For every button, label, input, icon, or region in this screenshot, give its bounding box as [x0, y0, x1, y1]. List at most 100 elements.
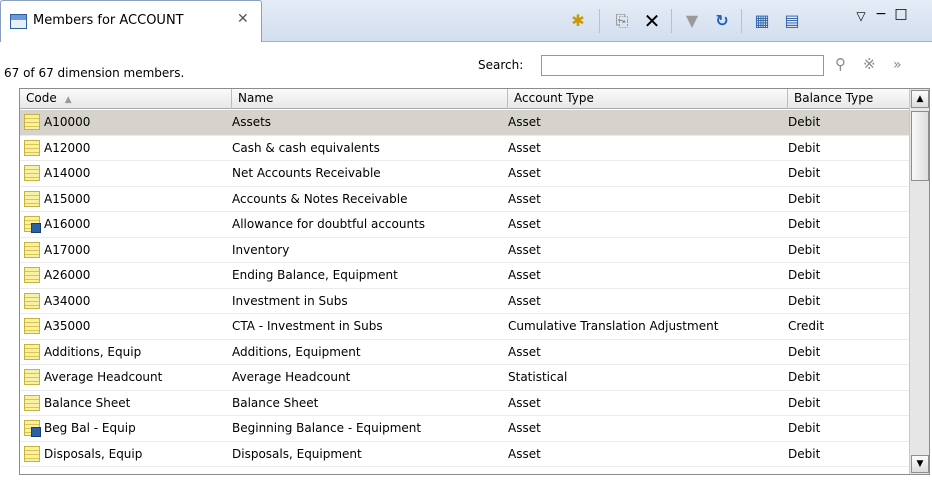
cell-name: Cash & cash equivalents — [232, 140, 380, 155]
cell-name: Additions, Equipment — [232, 344, 361, 359]
cell-code: A14000 — [44, 166, 91, 180]
member-icon — [24, 318, 40, 334]
more-options-icon[interactable]: » — [893, 57, 902, 73]
cell-account-type: Asset — [508, 293, 541, 308]
cell-account-type: Statistical — [508, 370, 568, 384]
table-body: A10000 Assets Asset Debit A12000 Cash & … — [20, 110, 910, 467]
member-icon — [24, 165, 40, 181]
search-icon[interactable]: ⚲ — [835, 55, 846, 73]
cell-name: Average Headcount — [232, 370, 351, 384]
member-icon — [24, 369, 40, 385]
member-icon — [24, 139, 40, 156]
tab-members-for-account[interactable]: Members for ACCOUNT ✕ — [0, 0, 262, 42]
cell-account-type: Asset — [508, 421, 541, 435]
cell-code: A35000 — [44, 319, 91, 333]
toolbar-separator — [671, 9, 672, 33]
cell-account-type: Asset — [508, 115, 541, 129]
tab-title: Members for ACCOUNT — [33, 13, 184, 28]
cell-code: Beg Bal - Equip — [44, 421, 136, 435]
cell-code: A15000 — [44, 191, 91, 206]
filter-icon[interactable]: ▼ — [680, 9, 704, 33]
cell-code: A17000 — [44, 242, 91, 257]
vertical-scrollbar[interactable]: ▲ ▼ — [909, 89, 929, 474]
table-row[interactable]: A14000 Net Accounts Receivable Asset Deb… — [20, 161, 910, 187]
cell-account-type: Asset — [508, 344, 541, 359]
column-header-label: Name — [238, 91, 274, 105]
member-icon — [24, 241, 40, 258]
minimize-icon[interactable]: − — [873, 2, 889, 26]
cell-balance-type: Debit — [788, 115, 821, 129]
column-header-account-type[interactable]: Account Type — [508, 89, 788, 109]
table-row[interactable]: A10000 Assets Asset Debit — [20, 110, 910, 136]
grid-icon[interactable]: ▦ — [750, 9, 774, 33]
cell-name: Allowance for doubtful accounts — [232, 217, 426, 231]
table-row[interactable]: Additions, Equip Additions, Equipment As… — [20, 340, 910, 365]
table-row[interactable]: A35000 CTA - Investment in Subs Cumulati… — [20, 314, 910, 340]
cell-code: A34000 — [44, 293, 91, 308]
cell-balance-type: Debit — [788, 191, 821, 206]
cell-name: Net Accounts Receivable — [232, 166, 381, 180]
cell-code: A26000 — [44, 268, 91, 282]
cell-name: CTA - Investment in Subs — [232, 319, 383, 333]
column-header-label: Code — [26, 91, 57, 105]
maximize-icon[interactable]: □ — [893, 2, 909, 26]
table-row[interactable]: Balance Sheet Balance Sheet Asset Debit — [20, 391, 910, 416]
cell-account-type: Asset — [508, 268, 541, 282]
table-row[interactable]: Beg Bal - Equip Beginning Balance - Equi… — [20, 416, 910, 442]
column-header-balance-type[interactable]: Balance Type — [788, 89, 910, 109]
view-menu-icon[interactable]: ▽ — [853, 4, 869, 28]
member-icon — [24, 394, 40, 411]
scroll-down-button[interactable]: ▼ — [911, 455, 929, 473]
table-row[interactable]: Disposals, Equip Disposals, Equipment As… — [20, 442, 910, 467]
cell-name: Investment in Subs — [232, 293, 348, 308]
table-row[interactable]: A34000 Investment in Subs Asset Debit — [20, 289, 910, 314]
cell-balance-type: Debit — [788, 140, 821, 155]
scrollbar-thumb[interactable] — [911, 111, 929, 181]
cell-name: Beginning Balance - Equipment — [232, 421, 422, 435]
copy-icon[interactable]: ⎘ — [610, 9, 634, 33]
table-row[interactable]: Average Headcount Average Headcount Stat… — [20, 365, 910, 391]
clear-search-icon[interactable]: ※ — [863, 55, 876, 73]
table-row[interactable]: A16000 Allowance for doubtful accounts A… — [20, 212, 910, 238]
toolbar-separator — [599, 9, 600, 33]
cell-balance-type: Credit — [788, 319, 825, 333]
member-icon — [24, 343, 40, 360]
cell-balance-type: Debit — [788, 344, 821, 359]
cell-balance-type: Debit — [788, 242, 821, 257]
cell-balance-type: Debit — [788, 421, 821, 435]
cell-account-type: Asset — [508, 242, 541, 257]
close-icon[interactable]: ✕ — [237, 11, 249, 27]
cell-code: Balance Sheet — [44, 395, 131, 410]
cell-account-type: Cumulative Translation Adjustment — [508, 319, 719, 333]
member-icon — [24, 445, 40, 462]
column-header-label: Balance Type — [794, 91, 874, 105]
cell-balance-type: Debit — [788, 395, 821, 410]
table-header: Code ▲ Name Account Type Balance Type — [20, 89, 910, 109]
table-row[interactable]: A12000 Cash & cash equivalents Asset Deb… — [20, 136, 910, 161]
search-input[interactable] — [541, 55, 824, 76]
column-header-code[interactable]: Code ▲ — [20, 89, 232, 109]
cell-account-type: Asset — [508, 191, 541, 206]
new-member-icon[interactable]: ✱ — [566, 9, 590, 33]
columns-icon[interactable]: ▤ — [780, 9, 804, 33]
member-icon — [24, 114, 40, 130]
cell-account-type: Asset — [508, 395, 541, 410]
cell-name: Inventory — [232, 242, 290, 257]
calculated-member-icon — [24, 420, 41, 437]
cell-code: A10000 — [44, 115, 91, 129]
column-header-name[interactable]: Name — [232, 89, 508, 109]
cell-name: Accounts & Notes Receivable — [232, 191, 408, 206]
table-row[interactable]: A17000 Inventory Asset Debit — [20, 238, 910, 263]
table-row[interactable]: A26000 Ending Balance, Equipment Asset D… — [20, 263, 910, 289]
scroll-up-button[interactable]: ▲ — [911, 90, 929, 108]
refresh-icon[interactable]: ↻ — [710, 9, 734, 33]
cell-account-type: Asset — [508, 140, 541, 155]
table-row[interactable]: A15000 Accounts & Notes Receivable Asset… — [20, 187, 910, 212]
members-table: Code ▲ Name Account Type Balance Type A10… — [19, 88, 930, 475]
delete-icon[interactable]: ✕ — [640, 9, 664, 33]
cell-code: Additions, Equip — [44, 344, 142, 359]
cell-code: A12000 — [44, 140, 91, 155]
view-tab-bar: Members for ACCOUNT ✕ ✱ ⎘ ✕ ▼ ↻ ▦ ▤ ▽ − … — [0, 0, 932, 42]
cell-code: Disposals, Equip — [44, 446, 143, 461]
cell-code: Average Headcount — [44, 370, 163, 384]
